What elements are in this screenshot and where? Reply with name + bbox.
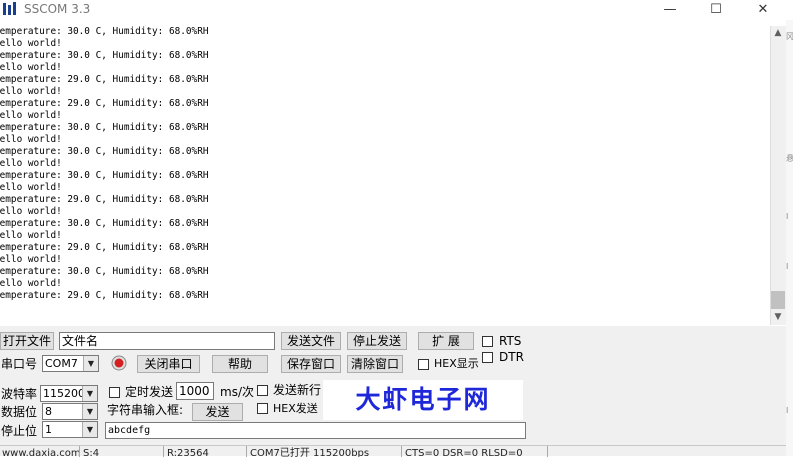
terminal-line: Temperature: 29.0 C, Humidity: 68.0%RH [0, 194, 209, 205]
terminal-line: hello world! [0, 86, 62, 97]
hex-send-label: HEX发送 [273, 402, 318, 415]
edge-glyph: I [786, 212, 789, 221]
timed-send-checkbox[interactable] [109, 387, 120, 398]
terminal-line: Temperature: 29.0 C, Humidity: 68.0%RH [0, 74, 209, 85]
brand-banner: 大虾电子网 [323, 380, 523, 420]
terminal-output: Temperature: 30.0 C, Humidity: 68.0%RH he… [0, 26, 208, 302]
port-label: 串口号 [1, 357, 38, 371]
terminal-line: Temperature: 30.0 C, Humidity: 68.0%RH [0, 50, 209, 61]
send-button[interactable]: 发送 [192, 403, 243, 421]
close-button[interactable]: ✕ [740, 0, 786, 20]
edge-glyph: I [786, 406, 789, 415]
interval-unit-label: ms/次 [220, 385, 254, 399]
expand-button[interactable]: 扩 展 [418, 332, 474, 350]
filename-field[interactable]: 文件名 [59, 332, 275, 350]
terminal-line: Temperature: 29.0 C, Humidity: 68.0%RH [0, 242, 209, 253]
terminal-line: hello world! [0, 206, 62, 217]
open-file-button[interactable]: 打开文件 [0, 332, 54, 350]
close-port-button[interactable]: 关闭串口 [137, 355, 200, 373]
baud-select-value: 115200 [43, 387, 85, 400]
rts-checkbox[interactable] [482, 336, 493, 347]
databits-label: 数据位 [1, 405, 38, 419]
hex-display-label: HEX显示 [434, 357, 479, 370]
timed-send-label: 定时发送 [125, 385, 174, 399]
dtr-checkbox[interactable] [482, 352, 493, 363]
terminal-line: Temperature: 30.0 C, Humidity: 68.0%RH [0, 218, 209, 229]
terminal-line: hello world! [0, 278, 62, 289]
send-input[interactable]: abcdefg [105, 422, 526, 439]
send-file-button[interactable]: 发送文件 [281, 332, 341, 350]
maximize-button[interactable]: ☐ [693, 0, 739, 20]
receive-terminal[interactable]: Temperature: 30.0 C, Humidity: 68.0%RH he… [0, 26, 770, 325]
dtr-label: DTR [499, 350, 524, 364]
rts-label: RTS [499, 334, 522, 348]
stopbits-select-value: 1 [45, 423, 52, 436]
databits-select-value: 8 [45, 405, 52, 418]
stop-send-button[interactable]: 停止发送 [347, 332, 407, 350]
status-bar: www.daxia.com S:4 R:23564 COM7已打开 115200… [0, 445, 786, 457]
edge-glyph: 冈 [786, 32, 793, 41]
background-window-edge: 冈 悬 I I I [786, 20, 793, 456]
baud-label: 波特率 [1, 387, 38, 401]
scroll-down-icon[interactable]: ▼ [771, 312, 785, 322]
help-button[interactable]: 帮助 [212, 355, 268, 373]
terminal-line: hello world! [0, 62, 62, 73]
hex-display-checkbox[interactable] [418, 359, 429, 370]
scroll-up-icon[interactable]: ▲ [771, 28, 785, 38]
port-select-value: COM7 [45, 357, 78, 370]
terminal-line: hello world! [0, 230, 62, 241]
terminal-line: hello world! [0, 158, 62, 169]
chevron-down-icon[interactable]: ▼ [82, 404, 97, 419]
terminal-line: Temperature: 30.0 C, Humidity: 68.0%RH [0, 26, 209, 37]
terminal-line: hello world! [0, 38, 62, 49]
status-port-state: COM7已打开 115200bps [248, 446, 402, 457]
stopbits-label: 停止位 [1, 424, 38, 438]
chevron-down-icon[interactable]: ▼ [83, 356, 98, 371]
terminal-line: Temperature: 30.0 C, Humidity: 68.0%RH [0, 266, 209, 277]
status-site[interactable]: www.daxia.com [0, 446, 80, 457]
sscom-app-icon [2, 1, 18, 17]
string-input-label: 字符串输入框: [107, 403, 184, 417]
terminal-line: hello world! [0, 182, 62, 193]
terminal-line: hello world! [0, 254, 62, 265]
edge-glyph: I [786, 262, 789, 271]
status-received-count: R:23564 [165, 446, 247, 457]
terminal-line: Temperature: 30.0 C, Humidity: 68.0%RH [0, 122, 209, 133]
status-signal-lines: CTS=0 DSR=0 RLSD=0 [403, 446, 548, 457]
interval-input[interactable]: 1000 [176, 382, 214, 400]
terminal-line: hello world! [0, 134, 62, 145]
port-status-record-icon[interactable] [111, 355, 127, 371]
window-title: SSCOM 3.3 [24, 2, 91, 16]
terminal-line: Temperature: 30.0 C, Humidity: 68.0%RH [0, 146, 209, 157]
clear-window-button[interactable]: 清除窗口 [347, 355, 403, 373]
terminal-line: hello world! [0, 110, 62, 121]
chevron-down-icon[interactable]: ▼ [82, 386, 97, 401]
hex-send-checkbox[interactable] [257, 403, 268, 414]
minimize-button[interactable]: — [647, 0, 693, 20]
save-window-button[interactable]: 保存窗口 [281, 355, 341, 373]
terminal-line: Temperature: 29.0 C, Humidity: 68.0%RH [0, 98, 209, 109]
send-newline-checkbox[interactable] [257, 385, 268, 396]
terminal-line: Temperature: 29.0 C, Humidity: 68.0%RH [0, 290, 209, 301]
send-newline-label: 发送新行 [273, 383, 322, 397]
scrollbar-thumb[interactable] [771, 291, 785, 309]
chevron-down-icon[interactable]: ▼ [82, 422, 97, 437]
status-sent-count: S:4 [81, 446, 164, 457]
edge-glyph: 悬 [786, 154, 793, 163]
terminal-line: Temperature: 30.0 C, Humidity: 68.0%RH [0, 170, 209, 181]
terminal-scrollbar[interactable] [770, 26, 786, 325]
